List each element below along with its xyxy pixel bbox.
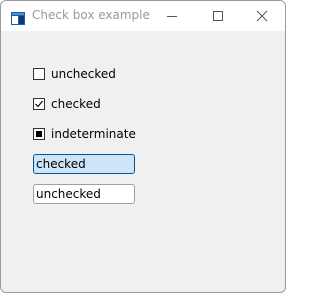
checkbox-label: checked [51,97,101,111]
maximize-button[interactable] [195,1,241,31]
indeterminate-mark-icon [36,131,42,137]
checkmark-icon [35,100,43,108]
close-button[interactable] [239,1,285,31]
checkbox-label: unchecked [51,67,116,81]
minimize-icon [167,16,177,17]
minimize-button[interactable] [149,1,195,31]
window-title: Check box example [32,8,150,22]
checkbox-box[interactable] [33,68,45,80]
title-bar[interactable]: Check box example [1,1,285,31]
app-window: Check box example unchecked checked inde… [0,0,286,293]
checkbox-label: indeterminate [51,127,136,141]
checkbox-box[interactable] [33,128,45,140]
maximize-icon [213,11,223,21]
window-app-icon [11,10,25,25]
state-textbox[interactable]: unchecked [33,184,135,204]
close-icon [256,10,268,22]
state-textbox-focused[interactable]: checked [33,154,135,174]
checkbox-box[interactable] [33,98,45,110]
